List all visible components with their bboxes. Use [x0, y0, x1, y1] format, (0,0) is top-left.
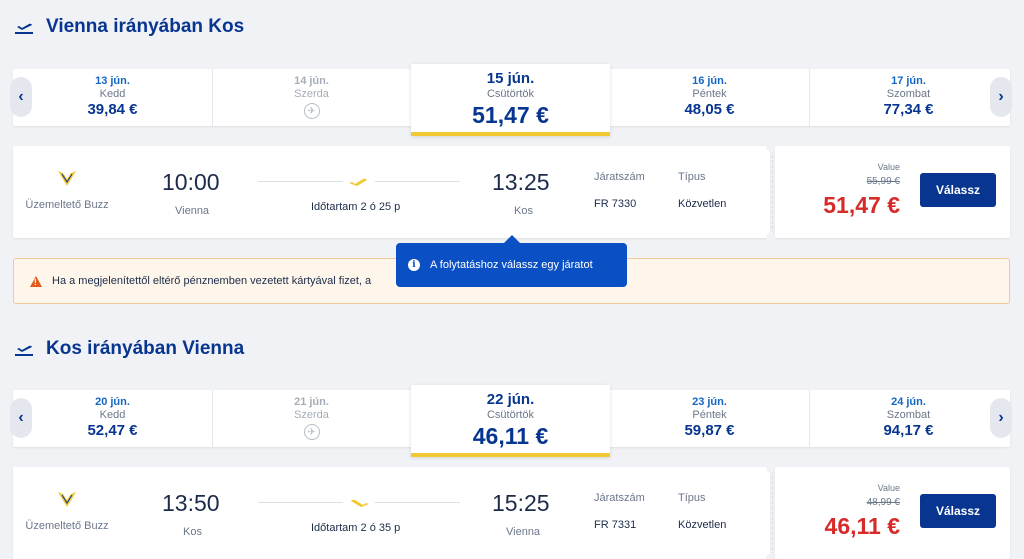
inbound-title: Kos irányában Vienna: [14, 338, 244, 360]
date-label: 23 jún.: [692, 396, 727, 408]
date-cell[interactable]: 23 jún. Péntek 59,87 €: [610, 390, 809, 447]
flight-info: Üzemeltető Buzz 10:00 Vienna Időtartam 2…: [13, 146, 770, 238]
date-label: 16 jún.: [692, 75, 727, 87]
arrival-city: Kos: [514, 205, 533, 217]
no-flight-icon: ✈: [303, 424, 320, 440]
tooltip-text: A folytatáshoz válassz egy járatot: [430, 259, 593, 271]
outbound-title: Vienna irányában Kos: [14, 16, 244, 38]
date-price: 51,47 €: [472, 102, 549, 128]
price-panel: Value 48,99 € 46,11 € Válassz: [775, 467, 1010, 559]
plane-takeoff-icon: [15, 23, 33, 34]
prev-dates-button[interactable]: ‹: [10, 77, 32, 117]
arrival-city: Vienna: [506, 526, 541, 538]
outbound-date-strip: ‹ 13 jún. Kedd 39,84 € 14 jún. Szerda ✈ …: [10, 64, 1012, 136]
date-cell[interactable]: 17 jún. Szombat 77,34 €: [809, 69, 1008, 126]
flight-number-label: Járatszám: [594, 492, 645, 504]
inbound-title-text: Kos irányában Vienna: [46, 338, 245, 359]
date-price: 39,84 €: [87, 101, 138, 118]
date-label: 14 jún.: [294, 75, 329, 87]
weekday-label: Csütörtök: [486, 88, 535, 100]
plane-icon: [349, 178, 367, 186]
operator-label: Üzemeltető Buzz: [25, 199, 109, 211]
warning-icon: !: [30, 275, 42, 287]
date-cell-selected[interactable]: 22 jún. Csütörtök 46,11 €: [411, 385, 610, 457]
outbound-title-text: Vienna irányában Kos: [46, 16, 245, 37]
date-price: 77,34 €: [883, 101, 934, 118]
date-label: 15 jún.: [486, 70, 535, 87]
flight-duration: Időtartam 2 ó 25 p: [311, 201, 401, 213]
date-cell[interactable]: 13 jún. Kedd 39,84 €: [13, 69, 212, 126]
plane-takeoff-icon: [15, 345, 33, 356]
date-price: 46,11 €: [472, 423, 549, 449]
departure-time: 13:50: [162, 490, 220, 516]
arrival-time: 13:25: [492, 169, 550, 195]
harp-logo-icon: [58, 492, 76, 507]
weekday-label: Szerda: [294, 88, 329, 100]
departure-city: Kos: [183, 526, 202, 538]
flight-info: Üzemeltető Buzz 13:50 Kos Időtartam 2 ó …: [13, 467, 770, 559]
date-label: 17 jún.: [891, 75, 926, 87]
fare-name: Value: [877, 162, 900, 172]
weekday-label: Péntek: [692, 88, 727, 100]
select-flight-button[interactable]: Válassz: [920, 173, 996, 207]
date-label: 24 jún.: [891, 396, 926, 408]
date-price: 59,87 €: [684, 422, 735, 439]
flight-number: FR 7331: [594, 519, 637, 531]
date-label: 20 jún.: [95, 396, 130, 408]
select-flight-button[interactable]: Válassz: [920, 494, 996, 528]
flight-type: Közvetlen: [678, 519, 727, 531]
arrival-time: 15:25: [492, 490, 550, 516]
date-label: 22 jún.: [486, 391, 535, 408]
weekday-label: Szombat: [886, 409, 931, 421]
no-flight-icon: ✈: [303, 103, 320, 119]
weekday-label: Kedd: [99, 88, 126, 100]
warning-text: Ha a megjelenítettől eltérő pénznemben v…: [52, 275, 372, 287]
current-price: 51,47 €: [823, 192, 900, 218]
date-cell[interactable]: 16 jún. Péntek 48,05 €: [610, 69, 809, 126]
weekday-label: Szombat: [886, 88, 931, 100]
price-panel: Value 55,99 € 51,47 € Válassz: [775, 146, 1010, 238]
flight-number: FR 7330: [594, 198, 637, 210]
date-label: 21 jún.: [294, 396, 329, 408]
flight-number-label: Járatszám: [594, 171, 645, 183]
date-price: 52,47 €: [87, 422, 138, 439]
weekday-label: Csütörtök: [486, 409, 535, 421]
next-dates-button[interactable]: ›: [990, 77, 1012, 117]
departure-time: 10:00: [162, 169, 220, 195]
date-label: 13 jún.: [95, 75, 130, 87]
date-cell-disabled: 21 jún. Szerda ✈: [212, 390, 411, 447]
airline-logo: Üzemeltető Buzz: [13, 168, 121, 211]
weekday-label: Kedd: [99, 409, 126, 421]
date-price: 48,05 €: [684, 101, 735, 118]
prev-dates-button[interactable]: ‹: [10, 398, 32, 438]
inbound-date-strip: ‹ 20 jún. Kedd 52,47 € 21 jún. Szerda ✈ …: [10, 385, 1012, 457]
flight-duration: Időtartam 2 ó 35 p: [311, 522, 401, 534]
date-cell-disabled: 14 jún. Szerda ✈: [212, 69, 411, 126]
flight-type: Közvetlen: [678, 198, 727, 210]
weekday-label: Péntek: [692, 409, 727, 421]
next-dates-button[interactable]: ›: [990, 398, 1012, 438]
date-cell[interactable]: 20 jún. Kedd 52,47 €: [13, 390, 212, 447]
date-cell-selected[interactable]: 15 jún. Csütörtök 51,47 €: [411, 64, 610, 136]
current-price: 46,11 €: [824, 513, 900, 539]
operator-label: Üzemeltető Buzz: [25, 520, 109, 532]
info-icon: i: [408, 259, 420, 271]
date-cell[interactable]: 24 jún. Szombat 94,17 €: [809, 390, 1008, 447]
airline-logo: Üzemeltető Buzz: [13, 489, 121, 532]
date-price: 94,17 €: [883, 422, 934, 439]
old-price: 55,99 €: [866, 176, 900, 187]
weekday-label: Szerda: [294, 409, 329, 421]
type-label: Típus: [678, 171, 706, 183]
old-price: 48,99 €: [866, 497, 900, 508]
outbound-flight-card[interactable]: Üzemeltető Buzz 10:00 Vienna Időtartam 2…: [13, 140, 1010, 244]
harp-logo-icon: [58, 171, 76, 186]
select-flight-tooltip: i A folytatáshoz válassz egy járatot: [396, 235, 627, 287]
plane-landing-icon: [351, 499, 369, 507]
fare-name: Value: [877, 483, 900, 493]
departure-city: Vienna: [175, 205, 210, 217]
inbound-flight-card[interactable]: Üzemeltető Buzz 13:50 Kos Időtartam 2 ó …: [13, 461, 1010, 559]
type-label: Típus: [678, 492, 706, 504]
